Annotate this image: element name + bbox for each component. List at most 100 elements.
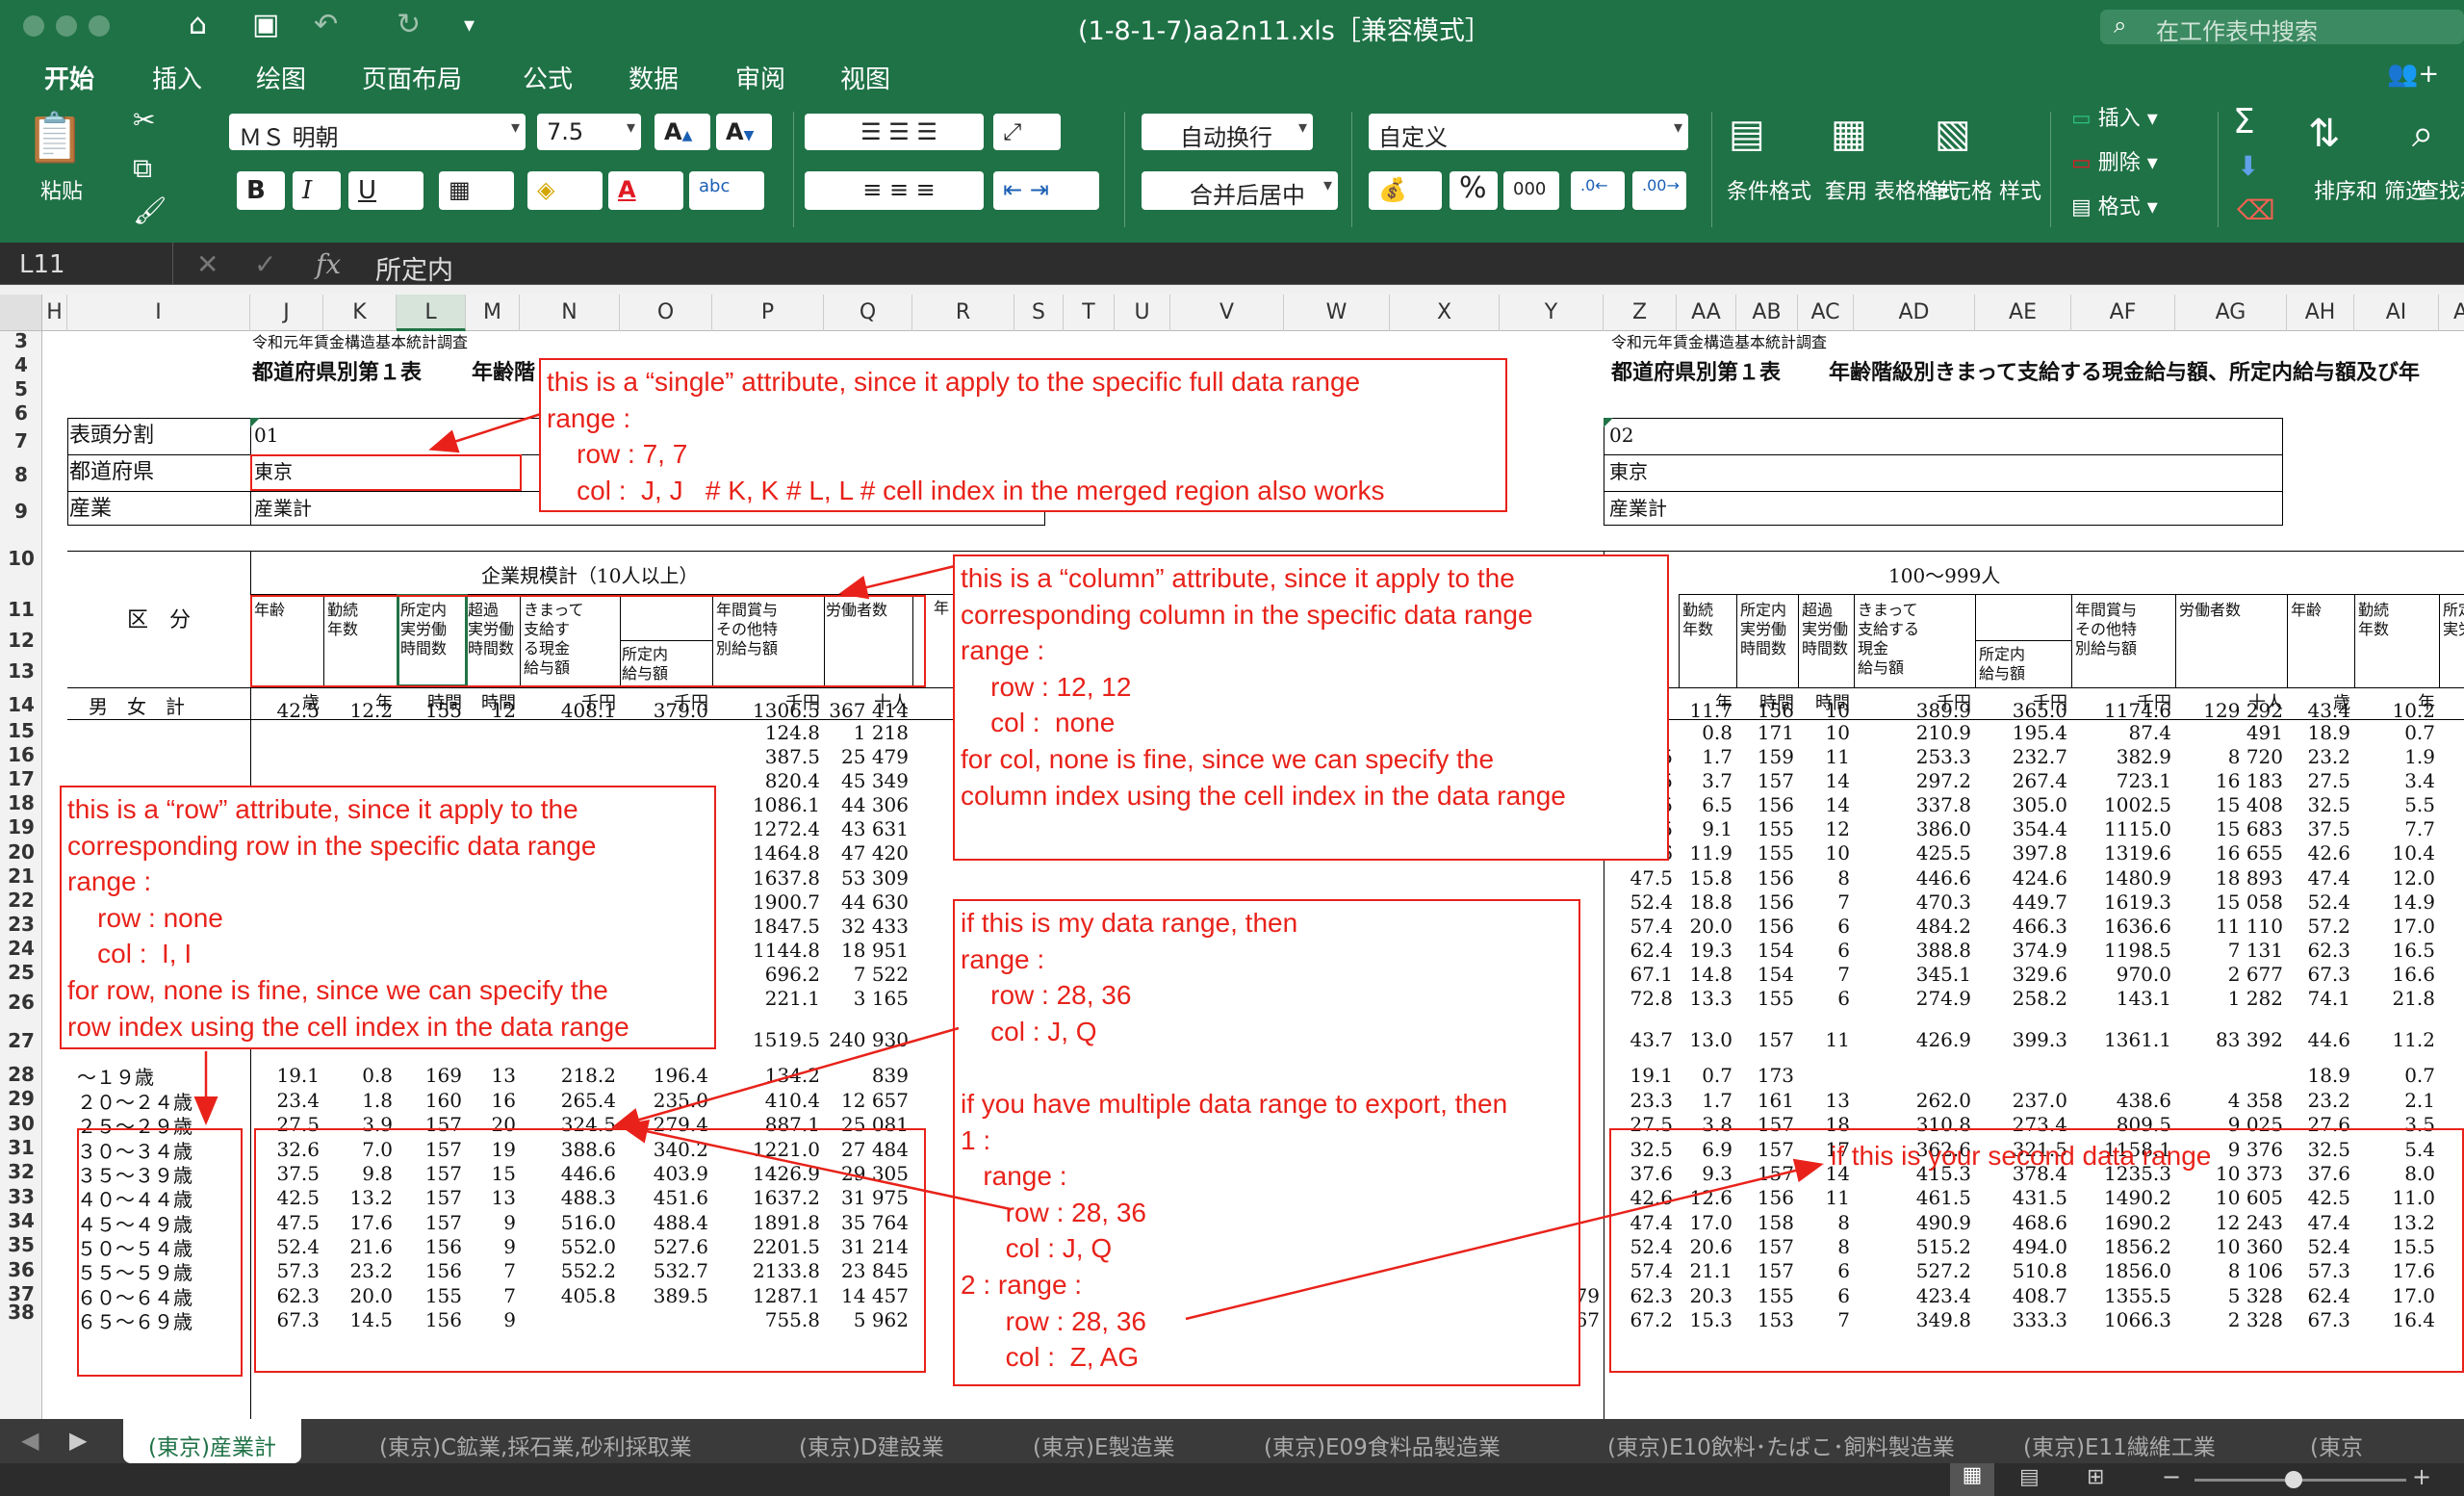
delete-cells-button[interactable]: ▭ 删除 ▾ <box>2071 152 2158 175</box>
copy-icon[interactable]: ⧉ <box>133 152 152 185</box>
row-header-21[interactable]: 21 <box>0 864 42 889</box>
format-cells-button[interactable]: ▤ 格式 ▾ <box>2071 196 2158 219</box>
undo-icon[interactable]: ↶ <box>314 8 338 41</box>
sheet-tab-3[interactable]: (東京)E製造業 <box>1033 1419 1174 1463</box>
column-header-T[interactable]: T <box>1064 295 1115 331</box>
column-header-M[interactable]: M <box>466 295 520 331</box>
name-box[interactable]: L11 <box>0 243 173 285</box>
column-header-S[interactable]: S <box>1014 295 1064 331</box>
row-header-29[interactable]: 29 <box>0 1087 42 1111</box>
autosum-icon[interactable]: Σ <box>2233 102 2255 142</box>
confirm-icon[interactable]: ✓ <box>254 248 276 280</box>
row-header-34[interactable]: 34 <box>0 1209 42 1233</box>
sheet-tab-6[interactable]: (東京)E11繊維工業 <box>2023 1419 2216 1463</box>
row-header-38[interactable]: 38 <box>0 1303 42 1322</box>
decrease-decimal-button[interactable]: .00→ <box>1632 171 1686 210</box>
sheet-tab-0[interactable]: (東京)産業計 <box>123 1419 301 1463</box>
row-header-24[interactable]: 24 <box>0 937 42 961</box>
font-size-select[interactable]: 7.5 ▾ <box>537 114 641 150</box>
column-header-W[interactable]: W <box>1284 295 1390 331</box>
row-header-28[interactable]: 28 <box>0 1062 42 1087</box>
table-format-icon[interactable]: ▦ <box>1831 112 1867 156</box>
row-header-35[interactable]: 35 <box>0 1233 42 1257</box>
column-header-AF[interactable]: AF <box>2071 295 2175 331</box>
row-header-19[interactable]: 19 <box>0 815 42 839</box>
column-header-P[interactable]: P <box>712 295 824 331</box>
column-header-I[interactable]: I <box>67 295 250 331</box>
column-header-N[interactable]: N <box>520 295 620 331</box>
wrap-text-button[interactable]: 自动换行 ▾ <box>1142 114 1313 151</box>
italic-button[interactable]: I <box>293 171 341 210</box>
tab-insert[interactable]: 插入 <box>152 60 202 95</box>
fill-color-button[interactable]: ◈ <box>527 171 603 210</box>
column-header-U[interactable]: U <box>1115 295 1170 331</box>
underline-button[interactable]: U <box>348 171 424 210</box>
sheet-tab-4[interactable]: (東京)E09食料品製造業 <box>1264 1419 1501 1463</box>
row-header-36[interactable]: 36 <box>0 1257 42 1282</box>
increase-font-button[interactable]: A▲ <box>654 114 710 150</box>
page-layout-view-icon[interactable]: ▤ <box>2019 1465 2040 1489</box>
tab-draw[interactable]: 绘图 <box>256 60 306 95</box>
row-header-13[interactable]: 13 <box>0 651 42 691</box>
column-header-O[interactable]: O <box>620 295 712 331</box>
row-header-26[interactable]: 26 <box>0 985 42 1020</box>
sheet-tab-2[interactable]: (東京)D建設業 <box>799 1419 944 1463</box>
column-header-Q[interactable]: Q <box>824 295 912 331</box>
increase-decimal-button[interactable]: .0← <box>1571 171 1625 210</box>
row-header-10[interactable]: 10 <box>0 528 42 589</box>
vertical-align-group[interactable]: ☰ ☰ ☰ <box>805 114 984 150</box>
font-name-select[interactable]: ＭＳ 明朝 ▾ <box>229 114 526 151</box>
function-icon[interactable]: fx <box>316 248 341 280</box>
insert-cells-button[interactable]: ▭ 插入 ▾ <box>2071 108 2158 131</box>
column-header-AG[interactable]: AG <box>2175 295 2287 331</box>
row-header-17[interactable]: 17 <box>0 767 42 791</box>
next-sheet-icon[interactable]: ▶ <box>69 1427 87 1454</box>
row-header-14[interactable]: 14 <box>0 691 42 719</box>
find-select-icon[interactable]: ⌕ <box>2412 112 2433 156</box>
tab-review[interactable]: 审阅 <box>735 60 785 95</box>
row-header-30[interactable]: 30 <box>0 1111 42 1136</box>
row-header-11[interactable]: 11 <box>0 589 42 630</box>
select-all-button[interactable] <box>0 295 42 331</box>
column-header-A[interactable]: A <box>2439 295 2464 331</box>
format-painter-icon[interactable]: 🖌 <box>133 194 167 226</box>
share-icon[interactable]: 👥+ <box>2387 60 2439 89</box>
normal-view-icon[interactable]: ▦ <box>1950 1463 1994 1496</box>
sheet-tab-1[interactable]: (東京)C鉱業,採石業,砂利採取業 <box>379 1419 692 1463</box>
minimize-window-button[interactable] <box>56 15 77 37</box>
row-header-5[interactable]: 5 <box>0 379 42 399</box>
zoom-window-button[interactable] <box>89 15 110 37</box>
column-header-J[interactable]: J <box>250 295 323 331</box>
row-header-31[interactable]: 31 <box>0 1136 42 1160</box>
column-header-AC[interactable]: AC <box>1798 295 1854 331</box>
row-header-18[interactable]: 18 <box>0 791 42 815</box>
merge-center-button[interactable]: 合并后居中 ▾ <box>1142 171 1338 210</box>
sort-filter-icon[interactable]: ⇅ <box>2308 112 2341 156</box>
row-header-16[interactable]: 16 <box>0 743 42 767</box>
close-window-button[interactable] <box>23 15 44 37</box>
column-header-AI[interactable]: AI <box>2354 295 2439 331</box>
horizontal-align-group[interactable]: ≡ ≡ ≡ <box>805 171 984 210</box>
row-header-33[interactable]: 33 <box>0 1184 42 1209</box>
column-header-V[interactable]: V <box>1170 295 1284 331</box>
bold-button[interactable]: B <box>237 171 285 210</box>
row-header-32[interactable]: 32 <box>0 1160 42 1184</box>
column-header-AA[interactable]: AA <box>1677 295 1736 331</box>
font-color-button[interactable]: A <box>608 171 683 210</box>
tab-page-layout[interactable]: 页面布局 <box>362 60 462 95</box>
tab-formulas[interactable]: 公式 <box>523 60 573 95</box>
home-icon[interactable]: ⌂ <box>189 8 207 41</box>
zoom-out-icon[interactable]: − <box>2162 1463 2181 1490</box>
number-format-select[interactable]: 自定义 ▾ <box>1369 114 1688 151</box>
row-header-22[interactable]: 22 <box>0 889 42 913</box>
page-break-view-icon[interactable]: ⊞ <box>2087 1465 2104 1489</box>
row-header-9[interactable]: 9 <box>0 495 42 528</box>
tab-view[interactable]: 视图 <box>840 60 890 95</box>
row-header-23[interactable]: 23 <box>0 913 42 937</box>
customize-toolbar-icon[interactable]: ▾ <box>464 13 475 38</box>
zoom-slider-thumb[interactable] <box>2285 1471 2302 1488</box>
phonetic-button[interactable]: abc <box>689 171 764 210</box>
percent-button[interactable]: % <box>1450 171 1498 210</box>
row-header-6[interactable]: 6 <box>0 399 42 427</box>
column-header-K[interactable]: K <box>323 295 397 331</box>
